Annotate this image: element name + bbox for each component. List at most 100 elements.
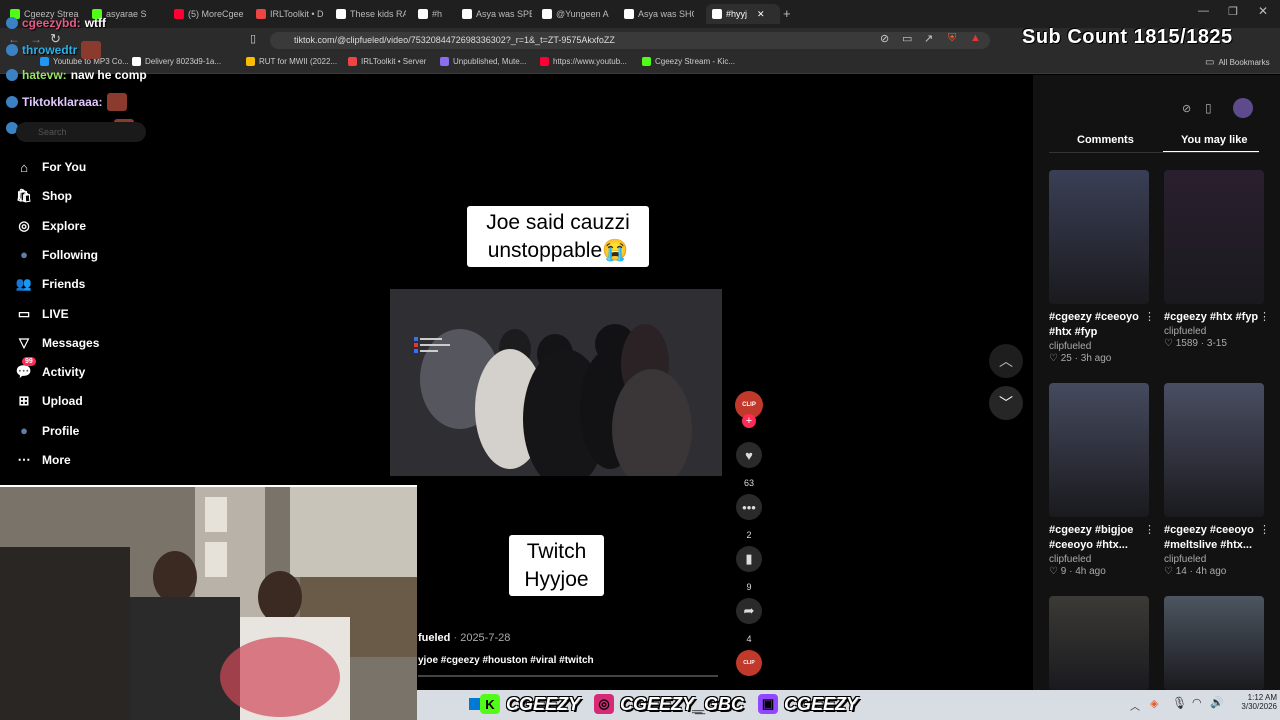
- sidebar-item-messages[interactable]: ▽ Messages: [16, 335, 99, 351]
- browser-tab[interactable]: @Yungeen A: [542, 4, 612, 24]
- next-video-button[interactable]: ﹀: [989, 386, 1023, 420]
- recommended-video-card[interactable]: [1164, 596, 1264, 690]
- chat-username: hatevw:: [22, 68, 67, 82]
- maximize-button[interactable]: ❐: [1228, 5, 1238, 18]
- heart-icon[interactable]: ♥: [736, 442, 762, 468]
- search-box[interactable]: Search: [16, 122, 146, 142]
- previous-video-button[interactable]: ︿: [989, 344, 1023, 378]
- volume-icon[interactable]: 🔊: [1210, 696, 1224, 709]
- brave-shield-icon[interactable]: ⛨: [948, 32, 956, 45]
- card-author[interactable]: clipfueled: [1049, 341, 1149, 352]
- recommended-video-card[interactable]: #cgeezy #ceeoyo #meltslive #htx... clipfu…: [1164, 383, 1270, 577]
- video-hashtags[interactable]: yjoe #cgeezy #houston #viral #twitch: [418, 655, 594, 666]
- close-window-button[interactable]: ✕: [1258, 4, 1268, 18]
- card-more-icon[interactable]: ⋮: [1259, 523, 1270, 536]
- extension-icon[interactable]: ⊘: [880, 32, 889, 45]
- share-icon[interactable]: ↗: [924, 32, 933, 45]
- cast-icon[interactable]: ▭: [902, 32, 912, 45]
- sidebar-item-profile[interactable]: ● Profile: [16, 423, 79, 439]
- taskbar-chevron-icon[interactable]: ︿: [1130, 698, 1140, 713]
- tab-title: @Yungeen A: [556, 9, 609, 19]
- tv-icon[interactable]: ⊘: [1182, 102, 1191, 115]
- sidebar-item-activity[interactable]: 💬 Activity 99: [16, 357, 85, 380]
- share-arrow-icon[interactable]: ➦: [736, 598, 762, 624]
- card-author[interactable]: clipfueled: [1164, 326, 1264, 337]
- bookmark-item[interactable]: Unpublished, Mute...: [440, 57, 526, 66]
- taskbar-mic-icon[interactable]: 🎙: [1172, 696, 1187, 710]
- browser-tab[interactable]: Asya was SPE: [462, 4, 532, 24]
- bookmark-item[interactable]: Cgeezy Stream - Kic...: [642, 57, 735, 66]
- tab-divider: [1049, 152, 1259, 153]
- sound-disc-icon[interactable]: CLIP: [736, 650, 762, 676]
- card-author[interactable]: clipfueled: [1049, 554, 1149, 565]
- sidebar-item-for-you[interactable]: ⌂ For You: [16, 159, 86, 175]
- tab-comments[interactable]: Comments: [1077, 134, 1134, 146]
- minimize-button[interactable]: —: [1198, 5, 1209, 17]
- bookmark-label: https://www.youtub...: [553, 57, 627, 66]
- comment-icon[interactable]: •••: [736, 494, 762, 520]
- card-title[interactable]: #cgeezy #htx #fyp: [1164, 310, 1264, 325]
- card-more-icon[interactable]: ⋮: [1259, 310, 1270, 323]
- card-author[interactable]: clipfueled: [1164, 554, 1264, 565]
- tab-favicon-icon: [542, 9, 552, 19]
- card-more-icon[interactable]: ⋮: [1144, 523, 1155, 536]
- card-title[interactable]: #cgeezy #ceeoyo #meltslive #htx...: [1164, 523, 1264, 553]
- bookmark-icon[interactable]: ▮: [736, 546, 762, 572]
- wifi-icon[interactable]: ◠: [1192, 696, 1202, 709]
- like-action[interactable]: ♥ 63: [736, 442, 762, 488]
- tab-favicon-icon: [624, 9, 634, 19]
- sidebar-item-label: Profile: [42, 423, 80, 438]
- user-avatar[interactable]: [1233, 98, 1253, 118]
- video-thumbnail[interactable]: [1049, 383, 1149, 517]
- close-tab-icon[interactable]: ✕: [757, 9, 765, 20]
- browser-tab[interactable]: #hyyj ✕: [706, 4, 780, 24]
- new-tab-button[interactable]: +: [783, 6, 791, 21]
- share-action[interactable]: ➦ 4: [736, 598, 762, 644]
- sidebar-item-more[interactable]: ⋯ More: [16, 452, 71, 468]
- sidebar-item-explore[interactable]: ◎ Explore: [16, 218, 86, 234]
- sidebar-item-upload[interactable]: ⊞ Upload: [16, 393, 83, 409]
- friends-icon: 👥: [15, 276, 33, 292]
- browser-tab[interactable]: These kids RA: [336, 4, 406, 24]
- browser-tab[interactable]: #h: [418, 4, 448, 24]
- taskbar-app-icon[interactable]: ◈: [1150, 697, 1158, 710]
- sidebar-item-shop[interactable]: 🛍 Shop: [16, 188, 72, 204]
- sidebar-item-live[interactable]: ▭ LIVE: [16, 306, 69, 322]
- save-action[interactable]: ▮ 9: [736, 546, 762, 592]
- taskbar-clock[interactable]: 1:12 AM 3/30/2026: [1237, 693, 1277, 711]
- video-thumbnail[interactable]: [1049, 596, 1149, 690]
- device-icon[interactable]: ▯: [1205, 101, 1212, 115]
- all-bookmarks[interactable]: ▭ All Bookmarks: [1205, 57, 1270, 68]
- browser-tab[interactable]: Asya was SHO: [624, 4, 694, 24]
- recommended-video-card[interactable]: #cgeezy #ceeoyo #htx #fyp clipfueled ♡ 25 …: [1049, 170, 1155, 364]
- sidebar-item-friends[interactable]: 👥 Friends: [16, 276, 85, 292]
- comment-action[interactable]: ••• 2: [736, 494, 762, 540]
- card-more-icon[interactable]: ⋮: [1144, 310, 1155, 323]
- rewards-icon[interactable]: ▲: [970, 32, 981, 44]
- video-thumbnail[interactable]: [1164, 170, 1264, 304]
- video-player[interactable]: [390, 289, 722, 476]
- video-thumbnail[interactable]: [1164, 596, 1264, 690]
- follow-plus-button[interactable]: +: [742, 414, 756, 428]
- video-progress-bar[interactable]: [418, 675, 718, 677]
- chat-text: wtff: [84, 16, 107, 30]
- chat-message: throwedtr: [6, 41, 102, 59]
- recommended-video-card[interactable]: #cgeezy #bigjoe #ceeoyo #htx... clipfuele…: [1049, 383, 1155, 577]
- tab-title: #hyyj: [726, 9, 748, 19]
- recommended-video-card[interactable]: #cgeezy #htx #fyp clipfueled ♡ 1589 · 3-15…: [1164, 170, 1270, 349]
- video-author[interactable]: fueled: [418, 632, 450, 644]
- bookmark-item[interactable]: IRLToolkit • Server: [348, 57, 426, 66]
- sidebar-item-label: Messages: [42, 335, 100, 350]
- bookmark-item[interactable]: https://www.youtub...: [540, 57, 627, 66]
- card-title[interactable]: #cgeezy #bigjoe #ceeoyo #htx...: [1049, 523, 1149, 553]
- recommended-video-card[interactable]: [1049, 596, 1149, 690]
- sidebar-item-following[interactable]: ● Following: [16, 247, 98, 263]
- sidebar-item-label: For You: [42, 160, 87, 174]
- video-thumbnail[interactable]: [1164, 383, 1264, 517]
- chat-emote-icon: [106, 93, 127, 111]
- video-thumbnail[interactable]: [1049, 170, 1149, 304]
- card-title[interactable]: #cgeezy #ceeoyo #htx #fyp: [1049, 310, 1149, 340]
- tab-favicon-icon: [418, 9, 428, 19]
- tab-you-may-like[interactable]: You may like: [1181, 134, 1247, 146]
- kick-icon: K: [480, 694, 500, 714]
